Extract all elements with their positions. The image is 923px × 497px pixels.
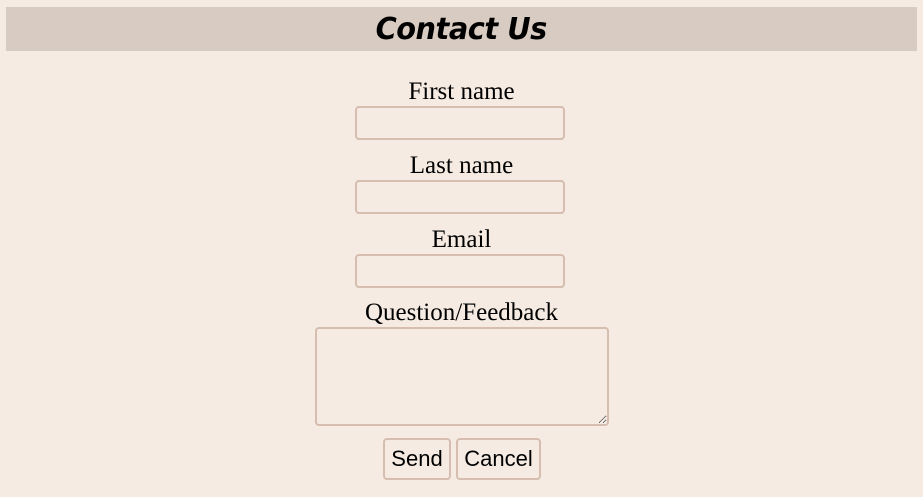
last-name-label: Last name (409, 152, 514, 179)
page-title: Contact Us (375, 12, 548, 47)
first-name-input[interactable] (355, 106, 565, 140)
header-bar: Contact Us (6, 7, 917, 51)
feedback-textarea[interactable] (315, 327, 609, 426)
first-name-label: First name (408, 78, 515, 105)
send-button[interactable]: Send (383, 438, 451, 480)
feedback-label: Question/Feedback (364, 299, 558, 326)
email-input[interactable] (355, 254, 565, 288)
email-label: Email (431, 226, 492, 253)
last-name-input[interactable] (355, 180, 565, 214)
cancel-button[interactable]: Cancel (456, 438, 541, 480)
